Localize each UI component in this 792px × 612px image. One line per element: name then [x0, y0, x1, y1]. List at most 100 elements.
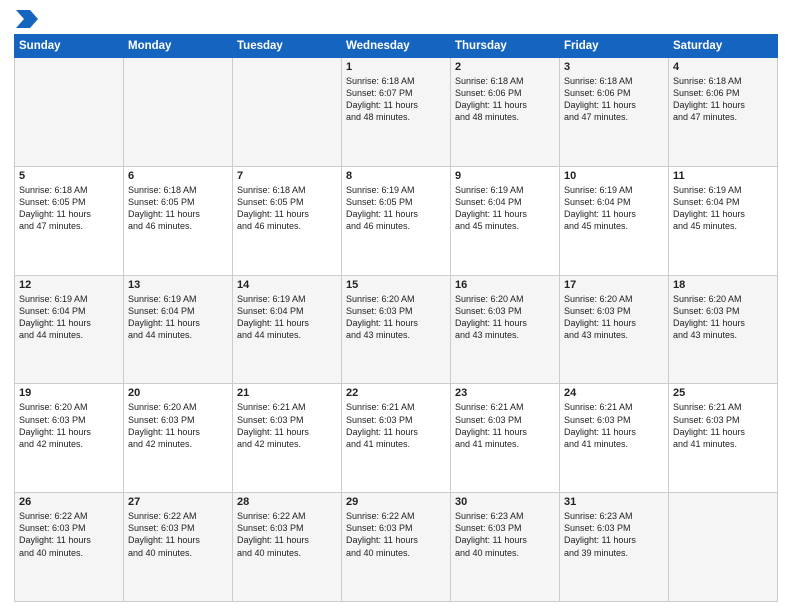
- table-row: 31 Sunrise: 6:23 AM Sunset: 6:03 PM Dayli…: [560, 493, 669, 602]
- day-info: Sunrise: 6:22 AM Sunset: 6:03 PM Dayligh…: [19, 510, 119, 559]
- logo: [14, 10, 38, 28]
- day-info: Sunrise: 6:23 AM Sunset: 6:03 PM Dayligh…: [455, 510, 555, 559]
- day-info: Sunrise: 6:19 AM Sunset: 6:04 PM Dayligh…: [128, 293, 228, 342]
- day-number: 4: [673, 61, 773, 73]
- day-info: Sunrise: 6:19 AM Sunset: 6:04 PM Dayligh…: [237, 293, 337, 342]
- table-row: 20 Sunrise: 6:20 AM Sunset: 6:03 PM Dayli…: [124, 384, 233, 493]
- day-number: 10: [564, 170, 664, 182]
- day-info: Sunrise: 6:20 AM Sunset: 6:03 PM Dayligh…: [455, 293, 555, 342]
- table-row: 16 Sunrise: 6:20 AM Sunset: 6:03 PM Dayli…: [451, 275, 560, 384]
- logo-arrow-icon: [16, 10, 38, 28]
- day-number: 24: [564, 387, 664, 399]
- table-row: 2Sunrise: 6:18 AM Sunset: 6:06 PM Daylig…: [451, 58, 560, 167]
- table-row: 12Sunrise: 6:19 AM Sunset: 6:04 PM Dayli…: [15, 275, 124, 384]
- day-number: 15: [346, 279, 446, 291]
- table-row: 19 Sunrise: 6:20 AM Sunset: 6:03 PM Dayli…: [15, 384, 124, 493]
- day-number: 16: [455, 279, 555, 291]
- calendar-week-row: 5 Sunrise: 6:18 AM Sunset: 6:05 PM Daylig…: [15, 166, 778, 275]
- day-info: Sunrise: 6:20 AM Sunset: 6:03 PM Dayligh…: [128, 401, 228, 450]
- calendar-week-row: 1 Sunrise: 6:18 AM Sunset: 6:07 PM Daylig…: [15, 58, 778, 167]
- day-number: 27: [128, 496, 228, 508]
- table-row: 22 Sunrise: 6:21 AM Sunset: 6:03 PM Dayli…: [342, 384, 451, 493]
- col-wednesday: Wednesday: [342, 35, 451, 58]
- calendar-week-row: 26 Sunrise: 6:22 AM Sunset: 6:03 PM Dayli…: [15, 493, 778, 602]
- day-number: 31: [564, 496, 664, 508]
- day-info: Sunrise: 6:18 AM Sunset: 6:06 PM Dayligh…: [455, 75, 555, 124]
- header: [14, 10, 778, 28]
- day-info: Sunrise: 6:18 AM Sunset: 6:05 PM Dayligh…: [128, 184, 228, 233]
- table-row: 26 Sunrise: 6:22 AM Sunset: 6:03 PM Dayli…: [15, 493, 124, 602]
- table-row: [15, 58, 124, 167]
- day-info: Sunrise: 6:18 AM Sunset: 6:07 PM Dayligh…: [346, 75, 446, 124]
- day-number: 5: [19, 170, 119, 182]
- day-info: Sunrise: 6:19 AM Sunset: 6:04 PM Dayligh…: [455, 184, 555, 233]
- day-number: 22: [346, 387, 446, 399]
- day-number: 19: [19, 387, 119, 399]
- day-info: Sunrise: 6:20 AM Sunset: 6:03 PM Dayligh…: [19, 401, 119, 450]
- day-number: 28: [237, 496, 337, 508]
- table-row: 27 Sunrise: 6:22 AM Sunset: 6:03 PM Dayli…: [124, 493, 233, 602]
- calendar-header-row: Sunday Monday Tuesday Wednesday Thursday…: [15, 35, 778, 58]
- table-row: 5Sunrise: 6:18 AM Sunset: 6:05 PM Daylig…: [15, 166, 124, 275]
- table-row: [124, 58, 233, 167]
- day-number: 9: [455, 170, 555, 182]
- day-info: Sunrise: 6:21 AM Sunset: 6:03 PM Dayligh…: [455, 401, 555, 450]
- day-info: Sunrise: 6:21 AM Sunset: 6:03 PM Dayligh…: [673, 401, 773, 450]
- day-number: 7: [237, 170, 337, 182]
- table-row: 1 Sunrise: 6:18 AM Sunset: 6:07 PM Daylig…: [342, 58, 451, 167]
- day-info: Sunrise: 6:19 AM Sunset: 6:04 PM Dayligh…: [564, 184, 664, 233]
- day-info: Sunrise: 6:23 AM Sunset: 6:03 PM Dayligh…: [564, 510, 664, 559]
- table-row: 8Sunrise: 6:19 AM Sunset: 6:05 PM Daylig…: [342, 166, 451, 275]
- day-info: Sunrise: 6:20 AM Sunset: 6:03 PM Dayligh…: [346, 293, 446, 342]
- day-info: Sunrise: 6:18 AM Sunset: 6:06 PM Dayligh…: [564, 75, 664, 124]
- col-sunday: Sunday: [15, 35, 124, 58]
- day-number: 13: [128, 279, 228, 291]
- day-info: Sunrise: 6:18 AM Sunset: 6:06 PM Dayligh…: [673, 75, 773, 124]
- day-number: 30: [455, 496, 555, 508]
- col-friday: Friday: [560, 35, 669, 58]
- table-row: 17Sunrise: 6:20 AM Sunset: 6:03 PM Dayli…: [560, 275, 669, 384]
- day-number: 18: [673, 279, 773, 291]
- table-row: 24 Sunrise: 6:21 AM Sunset: 6:03 PM Dayli…: [560, 384, 669, 493]
- day-number: 12: [19, 279, 119, 291]
- table-row: 15 Sunrise: 6:20 AM Sunset: 6:03 PM Dayli…: [342, 275, 451, 384]
- table-row: 29Sunrise: 6:22 AM Sunset: 6:03 PM Dayli…: [342, 493, 451, 602]
- day-number: 14: [237, 279, 337, 291]
- day-number: 20: [128, 387, 228, 399]
- calendar-week-row: 19 Sunrise: 6:20 AM Sunset: 6:03 PM Dayli…: [15, 384, 778, 493]
- day-number: 25: [673, 387, 773, 399]
- day-info: Sunrise: 6:18 AM Sunset: 6:05 PM Dayligh…: [237, 184, 337, 233]
- logo-top: [14, 10, 38, 28]
- calendar-week-row: 12 Sunrise: 6:19 AM Sunset: 6:04 PM Dayli…: [15, 275, 778, 384]
- day-number: 11: [673, 170, 773, 182]
- table-row: 9 Sunrise: 6:19 AM Sunset: 6:04 PM Daylig…: [451, 166, 560, 275]
- table-row: [233, 58, 342, 167]
- day-number: 26: [19, 496, 119, 508]
- table-row: 18Sunrise: 6:20 AM Sunset: 6:03 PM Dayli…: [669, 275, 778, 384]
- day-number: 6: [128, 170, 228, 182]
- day-number: 21: [237, 387, 337, 399]
- day-info: Sunrise: 6:19 AM Sunset: 6:04 PM Dayligh…: [673, 184, 773, 233]
- table-row: 10 Sunrise: 6:19 AM Sunset: 6:04 PM Dayli…: [560, 166, 669, 275]
- day-number: 23: [455, 387, 555, 399]
- col-saturday: Saturday: [669, 35, 778, 58]
- table-row: 3Sunrise: 6:18 AM Sunset: 6:06 PM Daylig…: [560, 58, 669, 167]
- table-row: 13 Sunrise: 6:19 AM Sunset: 6:04 PM Dayli…: [124, 275, 233, 384]
- table-row: 23 Sunrise: 6:21 AM Sunset: 6:03 PM Dayli…: [451, 384, 560, 493]
- day-number: 1: [346, 61, 446, 73]
- day-info: Sunrise: 6:20 AM Sunset: 6:03 PM Dayligh…: [564, 293, 664, 342]
- day-number: 8: [346, 170, 446, 182]
- table-row: 28 Sunrise: 6:22 AM Sunset: 6:03 PM Dayli…: [233, 493, 342, 602]
- day-info: Sunrise: 6:21 AM Sunset: 6:03 PM Dayligh…: [564, 401, 664, 450]
- table-row: 4 Sunrise: 6:18 AM Sunset: 6:06 PM Daylig…: [669, 58, 778, 167]
- day-info: Sunrise: 6:21 AM Sunset: 6:03 PM Dayligh…: [346, 401, 446, 450]
- table-row: 25 Sunrise: 6:21 AM Sunset: 6:03 PM Dayli…: [669, 384, 778, 493]
- day-info: Sunrise: 6:22 AM Sunset: 6:03 PM Dayligh…: [128, 510, 228, 559]
- table-row: 6 Sunrise: 6:18 AM Sunset: 6:05 PM Daylig…: [124, 166, 233, 275]
- calendar-table: Sunday Monday Tuesday Wednesday Thursday…: [14, 34, 778, 602]
- col-thursday: Thursday: [451, 35, 560, 58]
- day-info: Sunrise: 6:21 AM Sunset: 6:03 PM Dayligh…: [237, 401, 337, 450]
- col-monday: Monday: [124, 35, 233, 58]
- day-info: Sunrise: 6:22 AM Sunset: 6:03 PM Dayligh…: [237, 510, 337, 559]
- table-row: 11 Sunrise: 6:19 AM Sunset: 6:04 PM Dayli…: [669, 166, 778, 275]
